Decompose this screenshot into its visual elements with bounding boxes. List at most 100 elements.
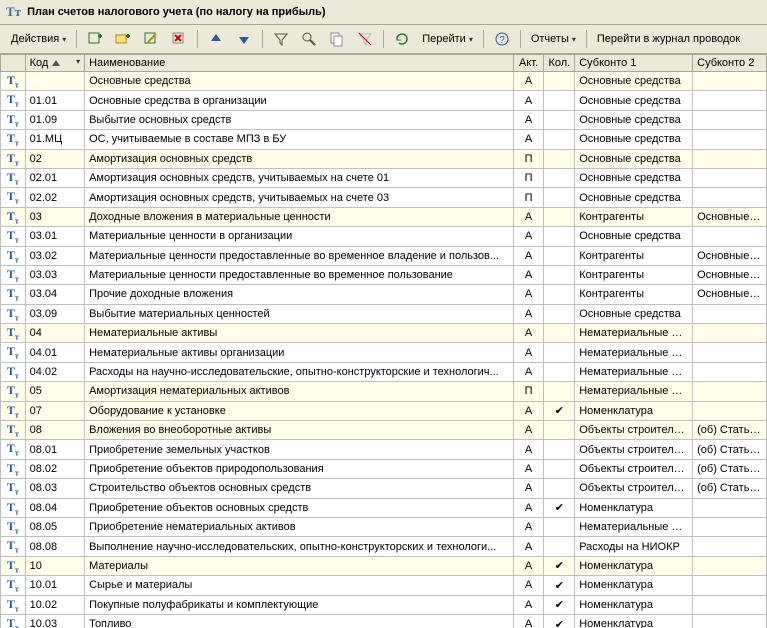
find-button[interactable] (296, 28, 322, 50)
table-row[interactable]: Тт08.03Строительство объектов основных с… (1, 479, 767, 498)
account-icon: Тт (7, 131, 19, 145)
table-row[interactable]: Тт10.02Покупные полуфабрикаты и комплект… (1, 595, 767, 614)
col-header-code[interactable]: Код▾ (25, 55, 84, 72)
cell: 10.01 (25, 576, 84, 595)
cell: Тт (1, 110, 26, 129)
cell (693, 362, 767, 381)
filter-button[interactable] (268, 28, 294, 50)
table-row[interactable]: Тт08.01Приобретение земельных участковАО… (1, 440, 767, 459)
table-row[interactable]: Тт03.04Прочие доходные вложенияАКонтраге… (1, 285, 767, 304)
cell: Строительство объектов основных средств (85, 479, 514, 498)
separator (520, 30, 521, 48)
move-up-button[interactable] (203, 28, 229, 50)
add-group-button[interactable] (110, 28, 136, 50)
table-row[interactable]: Тт04.01Нематериальные активы организации… (1, 343, 767, 362)
table-row[interactable]: Тт03.01Материальные ценности в организац… (1, 227, 767, 246)
cell: Основные средства (575, 91, 693, 110)
cell: П (513, 188, 544, 207)
cell: Тт (1, 479, 26, 498)
cell: А (513, 440, 544, 459)
cell (693, 595, 767, 614)
cell: А (513, 595, 544, 614)
cell: Номенклатура (575, 498, 693, 517)
cell (544, 246, 575, 265)
col-header-sub1[interactable]: Субконто 1 (575, 55, 693, 72)
table-row[interactable]: Тт05Амортизация нематериальных активовПН… (1, 382, 767, 401)
clear-filter-button[interactable] (352, 28, 378, 50)
table-row[interactable]: Тт01.01Основные средства в организацииАО… (1, 91, 767, 110)
cell: Нематериальные ак... (575, 324, 693, 343)
table-row[interactable]: Тт07Оборудование к установкеА✔Номенклату… (1, 401, 767, 420)
col-header-name[interactable]: Наименование (85, 55, 514, 72)
chevron-down-icon: ▾ (469, 35, 473, 44)
cell: Тт (1, 537, 26, 556)
journal-button[interactable]: Перейти в журнал проводок (592, 30, 745, 48)
help-button[interactable]: ? (489, 28, 515, 50)
table-row[interactable]: Тт02Амортизация основных средствПОсновны… (1, 149, 767, 168)
cell: Вложения во внеоборотные активы (85, 421, 514, 440)
cell (693, 149, 767, 168)
add-button[interactable] (82, 28, 108, 50)
col-header-kol[interactable]: Кол. (544, 55, 575, 72)
table-row[interactable]: Тт10МатериалыА✔Номенклатура (1, 556, 767, 575)
cell: Материальные ценности предоставленные во… (85, 246, 514, 265)
cell (544, 130, 575, 149)
cell: 08.02 (25, 459, 84, 478)
chevron-down-icon: ▾ (62, 35, 66, 44)
cell: Объекты строитель... (575, 440, 693, 459)
cell (544, 479, 575, 498)
col-header-sub2[interactable]: Субконто 2 (693, 55, 767, 72)
col-header-icon[interactable] (1, 55, 26, 72)
account-icon: Тт (7, 228, 19, 242)
actions-menu[interactable]: Действия ▾ (6, 30, 71, 48)
table-row[interactable]: Тт03.03Материальные ценности предоставле… (1, 265, 767, 284)
table-row[interactable]: Тт08.05Приобретение нематериальных актив… (1, 517, 767, 536)
account-icon: Тт (7, 577, 19, 591)
cell (693, 537, 767, 556)
table-row[interactable]: Тт01.09Выбытие основных средствАОсновные… (1, 110, 767, 129)
table-row[interactable]: Тт08.02Приобретение объектов природополь… (1, 459, 767, 478)
delete-button[interactable] (166, 28, 192, 50)
edit-button[interactable] (138, 28, 164, 50)
move-down-button[interactable] (231, 28, 257, 50)
table-row[interactable]: Тт02.01Амортизация основных средств, учи… (1, 168, 767, 187)
table-row[interactable]: Тт08Вложения во внеоборотные активыАОбъе… (1, 421, 767, 440)
app-icon: Tт (6, 4, 21, 20)
table-row[interactable]: Тт03Доходные вложения в материальные цен… (1, 207, 767, 226)
cell: А (513, 72, 544, 91)
table-row[interactable]: Тт04.02Расходы на научно-исследовательск… (1, 362, 767, 381)
cell: А (513, 576, 544, 595)
cell: 01.МЦ (25, 130, 84, 149)
account-icon: Тт (7, 112, 19, 126)
goto-menu[interactable]: Перейти ▾ (417, 30, 478, 48)
refresh-button[interactable] (389, 28, 415, 50)
cell: 05 (25, 382, 84, 401)
col-header-akt[interactable]: Акт. (513, 55, 544, 72)
cell (544, 207, 575, 226)
table-row[interactable]: Тт01.МЦОС, учитываемые в составе МПЗ в Б… (1, 130, 767, 149)
cell: 10.02 (25, 595, 84, 614)
cell: Тт (1, 188, 26, 207)
cell: Нематериальные активы организации (85, 343, 514, 362)
cell (544, 343, 575, 362)
table-row[interactable]: Тт02.02Амортизация основных средств, учи… (1, 188, 767, 207)
cell: 02.01 (25, 168, 84, 187)
table-row[interactable]: Тт08.04Приобретение объектов основных ср… (1, 498, 767, 517)
cell: Материалы (85, 556, 514, 575)
cell (544, 285, 575, 304)
table-row[interactable]: Тт04Нематериальные активыАНематериальные… (1, 324, 767, 343)
table-row[interactable]: Тт03.02Материальные ценности предоставле… (1, 246, 767, 265)
table-row[interactable]: Тт03.09Выбытие материальных ценностейАОс… (1, 304, 767, 323)
table-row[interactable]: Тт08.08Выполнение научно-исследовательск… (1, 537, 767, 556)
cell: Тт (1, 343, 26, 362)
copy-button[interactable] (324, 28, 350, 50)
cell: Материальные ценности в организации (85, 227, 514, 246)
cell (693, 556, 767, 575)
cell: Тт (1, 556, 26, 575)
cell: Тт (1, 517, 26, 536)
cell: Основные средства (575, 304, 693, 323)
reports-menu[interactable]: Отчеты ▾ (526, 30, 581, 48)
table-row[interactable]: Тт01Основные средстваАОсновные средства (1, 72, 767, 91)
table-row[interactable]: Тт10.01Сырье и материалыА✔Номенклатура (1, 576, 767, 595)
grid-container[interactable]: Код▾ Наименование Акт. Кол. Субконто 1 С… (0, 54, 767, 628)
